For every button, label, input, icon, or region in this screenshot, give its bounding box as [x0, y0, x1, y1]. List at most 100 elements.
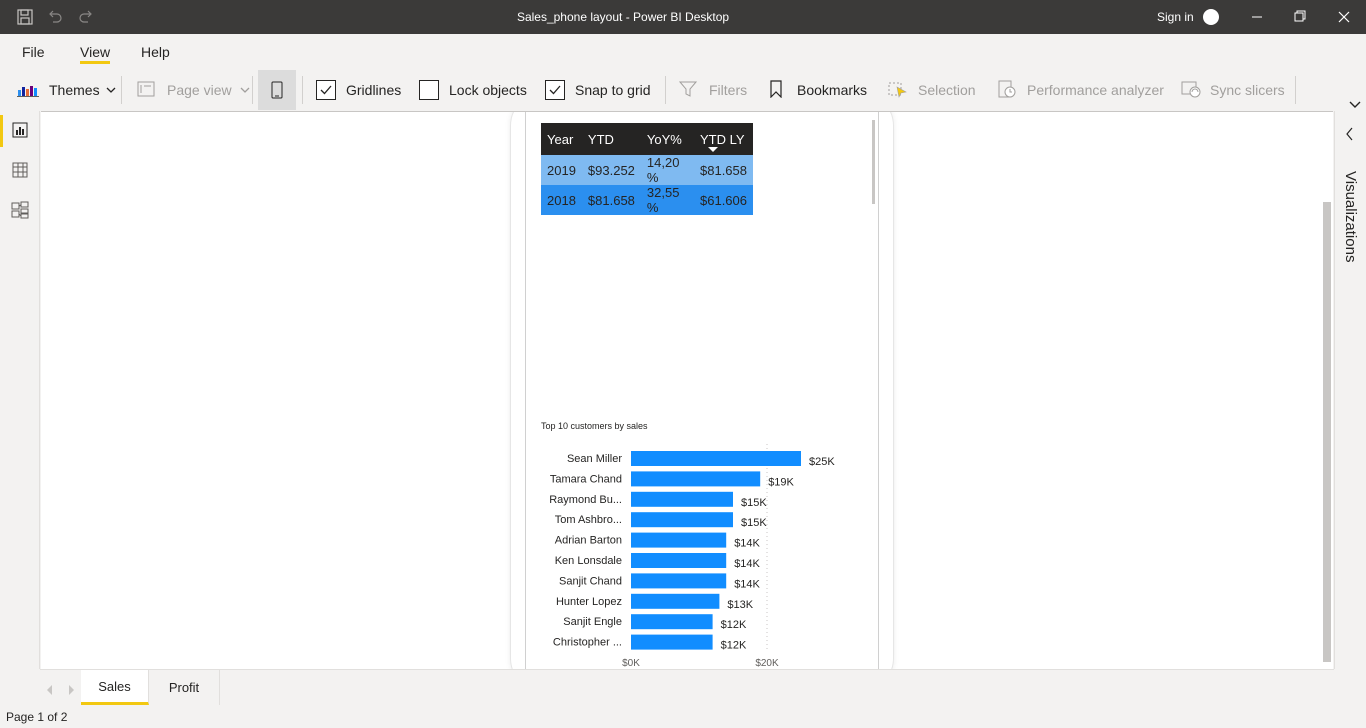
bar [631, 593, 720, 609]
report-canvas[interactable]: Year YTD YoY% YTD LY 2019 $93.252 14,20 … [41, 111, 1333, 669]
chevron-right-icon[interactable] [67, 683, 75, 698]
table-row[interactable]: 2018 $81.658 32,55 % $61.606 [541, 185, 753, 215]
window-title: Sales_phone layout - Power BI Desktop [516, 10, 730, 24]
report-view-button[interactable] [0, 111, 40, 151]
table-cell: 14,20 % [640, 155, 694, 185]
menu-help[interactable]: Help [141, 44, 170, 60]
table-cell: 2018 [541, 185, 582, 215]
filters-label: Filters [709, 82, 748, 98]
ytd-table[interactable]: Year YTD YoY% YTD LY 2019 $93.252 14,20 … [541, 123, 753, 215]
category-label: Hunter Lopez [556, 596, 622, 608]
table-header-sorted[interactable]: YTD LY [694, 123, 753, 155]
category-label: Christopher ... [553, 637, 622, 649]
bar [631, 532, 727, 548]
chart-title: Top 10 customers by sales [541, 421, 648, 431]
table-row[interactable]: 2019 $93.252 14,20 % $81.658 [541, 155, 753, 185]
category-label: Raymond Bu... [549, 494, 622, 506]
table-header[interactable]: Year [541, 123, 582, 155]
page-tab-profit[interactable]: Profit [149, 670, 220, 705]
data-label: $14K [734, 538, 760, 550]
category-label: Sanjit Engle [563, 616, 622, 628]
sales-line-chart[interactable]: 20182019$0,1M$0,0MSalesJanuaryFebruaryMa… [531, 222, 861, 412]
active-view-indicator [0, 115, 3, 147]
bar [631, 614, 713, 630]
active-tab-indicator [80, 61, 110, 64]
sort-descending-icon [708, 147, 718, 152]
menu-view[interactable]: View [80, 44, 110, 60]
data-label: $15K [741, 497, 767, 509]
themes-icon [17, 81, 39, 100]
x-tick-label: $20K [755, 658, 779, 669]
report-icon [12, 122, 28, 141]
page-view-button[interactable]: Page view [137, 70, 250, 110]
minimize-button[interactable] [1234, 0, 1280, 34]
sync-slicers-icon [1180, 80, 1202, 101]
ribbon-divider [121, 76, 122, 104]
performance-analyzer-label: Performance analyzer [1027, 82, 1164, 98]
sync-slicers-label: Sync slicers [1210, 82, 1285, 98]
data-view-button[interactable] [0, 151, 40, 191]
canvas-scrollbar[interactable] [1323, 202, 1331, 662]
performance-analyzer-icon [997, 80, 1017, 101]
data-label: $14K [734, 578, 760, 590]
selection-icon [888, 80, 908, 101]
lock-objects-checkbox[interactable]: Lock objects [419, 70, 527, 110]
table-cell: $81.658 [694, 155, 753, 185]
gridlines-label: Gridlines [346, 82, 402, 98]
performance-analyzer-button[interactable]: Performance analyzer [997, 70, 1164, 110]
avatar[interactable] [1203, 9, 1219, 25]
visualizations-label[interactable]: Visualizations [1342, 171, 1359, 262]
category-label: Adrian Barton [555, 535, 622, 547]
bookmark-icon [769, 79, 783, 101]
status-bar: Page 1 of 2 [0, 705, 1366, 728]
data-label: $14K [734, 558, 760, 570]
chevron-left-icon[interactable] [1345, 127, 1355, 144]
chevron-left-icon[interactable] [46, 683, 54, 698]
category-label: Tom Ashbro... [555, 514, 622, 526]
data-label: $12K [721, 619, 747, 631]
bookmarks-label: Bookmarks [797, 82, 868, 98]
table-cell: $61.606 [694, 185, 753, 215]
title-bar: Sales_phone layout - Power BI Desktop Si… [0, 0, 1366, 34]
table-header[interactable]: YoY% [640, 123, 694, 155]
close-button[interactable] [1321, 0, 1366, 34]
bookmarks-button[interactable]: Bookmarks [769, 70, 867, 110]
restore-button[interactable] [1277, 0, 1323, 34]
snap-to-grid-checkbox[interactable]: Snap to grid [545, 70, 651, 110]
menu-file[interactable]: File [22, 44, 45, 60]
table-header[interactable]: YTD [581, 123, 641, 155]
top-customers-bar-chart[interactable]: Top 10 customers by sales Sean Miller $25K… [531, 412, 861, 669]
sign-in-link[interactable]: Sign in [1157, 10, 1194, 24]
category-label: Sanjit Chand [559, 575, 622, 587]
ribbon-divider [665, 76, 666, 104]
phone-layout-button[interactable] [258, 70, 296, 110]
sync-slicers-button[interactable]: Sync slicers [1180, 70, 1285, 110]
selection-label: Selection [918, 82, 976, 98]
lock-objects-label: Lock objects [449, 82, 527, 98]
category-label: Tamara Chand [550, 473, 622, 485]
page-tab-sales[interactable]: Sales [81, 670, 149, 705]
page-view-label: Page view [167, 82, 232, 98]
selection-button[interactable]: Selection [888, 70, 976, 110]
themes-label: Themes [49, 82, 100, 98]
x-tick-label: $0K [622, 658, 640, 669]
bar [631, 573, 727, 589]
gridlines-checkbox[interactable]: Gridlines [316, 70, 401, 110]
page-indicator: Page 1 of 2 [6, 710, 68, 724]
checkbox-empty-icon [419, 80, 439, 100]
table-header-label: YTD LY [700, 131, 745, 147]
left-navigation [0, 111, 40, 669]
table-icon [12, 162, 28, 181]
snap-to-grid-label: Snap to grid [575, 82, 651, 98]
visualizations-pane-collapsed[interactable]: Visualizations [1334, 111, 1366, 669]
chevron-down-icon [106, 82, 116, 98]
phone-scrollbar[interactable] [872, 120, 875, 204]
table-cell: $81.658 [581, 185, 641, 215]
filters-button[interactable]: Filters [678, 70, 748, 110]
bar [631, 634, 713, 650]
data-label: $13K [727, 599, 753, 611]
themes-button[interactable]: Themes [17, 70, 116, 110]
phone-icon [271, 81, 283, 102]
checkmark-icon [545, 80, 565, 100]
model-view-button[interactable] [0, 191, 40, 231]
